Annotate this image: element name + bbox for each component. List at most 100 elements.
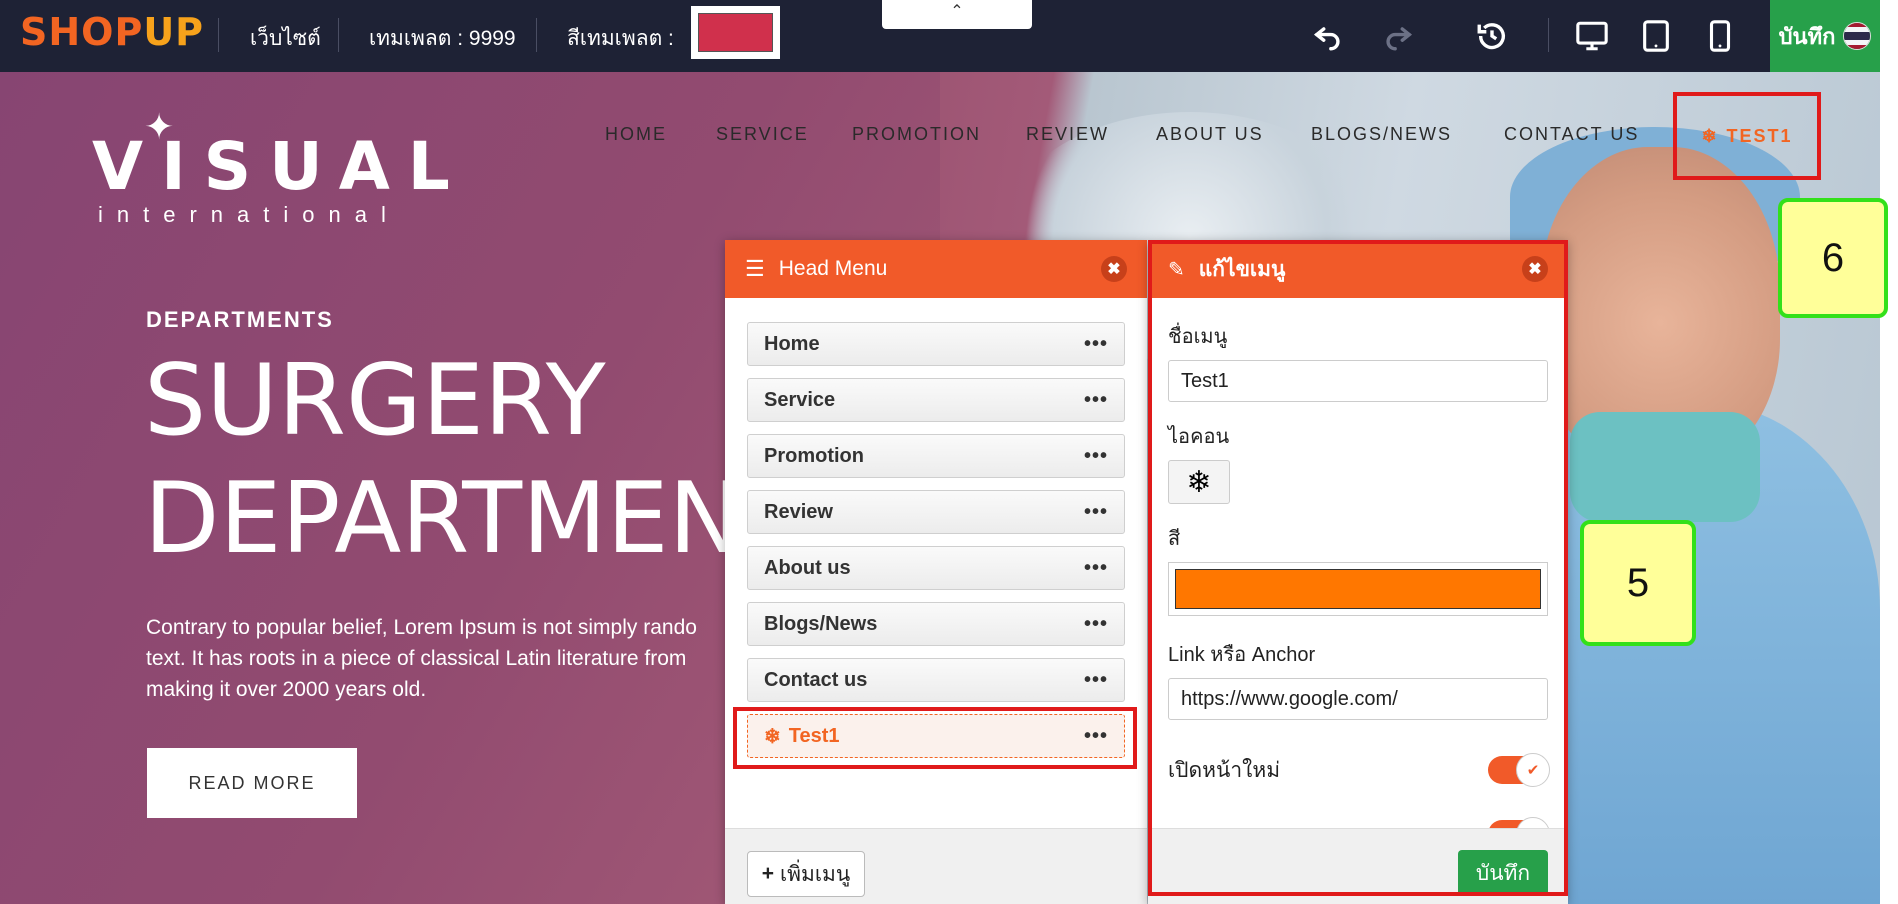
new-tab-label: เปิดหน้าใหม่ — [1168, 758, 1281, 782]
edit-menu-header: ✎ แก้ไขเมนู ✖ — [1148, 240, 1568, 298]
doctor-photo-mask — [1570, 412, 1760, 522]
plus-icon: + — [761, 862, 774, 885]
annotation-badge-6: 6 — [1778, 198, 1888, 318]
menu-item-contact-us[interactable]: Contact us ••• — [747, 658, 1125, 702]
menu-item-label: Home — [764, 332, 820, 355]
menu-item-blogs-news[interactable]: Blogs/News ••• — [747, 602, 1125, 646]
template-menu[interactable]: เทมเพลต : 9999 — [369, 22, 516, 55]
page-scrollbar[interactable] — [1880, 0, 1898, 904]
new-tab-row: เปิดหน้าใหม่ ✔ — [1168, 738, 1550, 802]
pencil-icon: ✎ — [1168, 258, 1185, 281]
tablet-view-button[interactable] — [1634, 14, 1678, 58]
snowflake-icon: ❄ — [1701, 125, 1719, 146]
mobile-view-button[interactable] — [1698, 14, 1742, 58]
annotation-badge-5: 5 — [1580, 520, 1696, 646]
editor-toolbar: SHOPUP เว็บไซต์ เทมเพลต : 9999 สีเทมเพลต… — [0, 0, 1898, 72]
menu-item-label: Blogs/News — [764, 612, 878, 635]
hamburger-icon: ☰ — [745, 256, 765, 281]
save-menu-button[interactable]: บันทึก — [1458, 850, 1548, 896]
tablet-icon — [1643, 20, 1669, 52]
menu-item-label: Review — [764, 500, 833, 523]
nav-blogs-news[interactable]: BLOGS/NEWS — [1311, 124, 1452, 145]
redo-icon — [1386, 27, 1413, 51]
menu-link-label: Link หรือ Anchor — [1168, 644, 1316, 666]
brand-subtitle: international — [98, 202, 400, 227]
more-options-icon[interactable]: ••• — [1084, 501, 1108, 524]
sparkle-icon: ✦ — [144, 106, 175, 147]
undo-button[interactable] — [1306, 14, 1350, 58]
desktop-icon — [1576, 21, 1608, 51]
thai-flag-icon[interactable] — [1843, 22, 1872, 50]
toolbar-divider — [1548, 18, 1549, 52]
check-icon: ✔ — [1516, 753, 1550, 787]
save-site-button[interactable]: บันทึก — [1770, 0, 1880, 72]
collapse-toolbar-button[interactable]: ⌃ — [882, 0, 1032, 29]
menu-item-label: Promotion — [764, 444, 864, 467]
hero-headline: SURGERY DEPARTMEN — [144, 342, 742, 578]
more-options-icon[interactable]: ••• — [1084, 333, 1108, 356]
close-head-menu-button[interactable]: ✖ — [1101, 256, 1127, 282]
toolbar-divider — [218, 18, 219, 52]
edit-menu-panel: ✎ แก้ไขเมนู ✖ ชื่อเมนู Test1 ไอคอน ❄ สี … — [1148, 240, 1568, 904]
menu-item-home[interactable]: Home ••• — [747, 322, 1125, 366]
toolbar-divider — [536, 18, 537, 52]
nav-contact-us[interactable]: CONTACT US — [1504, 124, 1639, 145]
nav-test1-label: TEST1 — [1726, 125, 1793, 146]
add-menu-button[interactable]: + เพิ่มเมนู — [747, 851, 865, 897]
head-menu-header: ☰ Head Menu ✖ — [725, 240, 1147, 298]
head-menu-panel: ☰ Head Menu ✖ Home ••• Service ••• Promoti… — [725, 240, 1147, 904]
site-logo[interactable]: ✦ VISUAL international — [92, 106, 468, 228]
head-menu-title: Head Menu — [778, 257, 888, 280]
toolbar-divider — [338, 18, 339, 52]
history-icon — [1477, 23, 1506, 50]
menu-item-label: Contact us — [764, 668, 868, 691]
edit-menu-title: แก้ไขเมนู — [1198, 257, 1286, 281]
hero-kicker: DEPARTMENTS — [146, 307, 334, 332]
menu-icon-picker[interactable]: ❄ — [1168, 460, 1230, 504]
menu-item-promotion[interactable]: Promotion ••• — [747, 434, 1125, 478]
more-options-icon[interactable]: ••• — [1084, 389, 1108, 412]
close-edit-menu-button[interactable]: ✖ — [1522, 256, 1548, 282]
nav-home[interactable]: HOME — [605, 124, 667, 145]
menu-color-label: สี — [1168, 528, 1181, 550]
more-options-icon[interactable]: ••• — [1084, 445, 1108, 468]
edit-menu-footer: บันทึก — [1148, 828, 1568, 904]
menu-item-about-us[interactable]: About us ••• — [747, 546, 1125, 590]
menu-color-picker[interactable] — [1168, 562, 1548, 616]
add-menu-label: เพิ่มเมนู — [780, 862, 851, 886]
desktop-view-button[interactable] — [1570, 14, 1614, 58]
menu-name-label: ชื่อเมนู — [1168, 326, 1228, 348]
nav-about-us[interactable]: ABOUT US — [1156, 124, 1264, 145]
redo-button[interactable] — [1376, 14, 1420, 58]
menu-item-review[interactable]: Review ••• — [747, 490, 1125, 534]
template-color-swatch[interactable] — [691, 6, 780, 59]
template-color-label: สีเทมเพลต : — [567, 27, 674, 50]
website-menu[interactable]: เว็บไซต์ — [250, 22, 321, 55]
save-site-label: บันทึก — [1778, 23, 1836, 49]
highlight-frame-test1 — [733, 707, 1137, 769]
nav-service[interactable]: SERVICE — [716, 124, 809, 145]
menu-item-label: About us — [764, 556, 851, 579]
menu-link-input[interactable]: https://www.google.com/ — [1168, 678, 1548, 720]
hero-headline-line1: SURGERY — [144, 344, 606, 458]
menu-item-label: Service — [764, 388, 836, 411]
nav-test1[interactable]: ❄ TEST1 — [1673, 92, 1821, 180]
menu-item-service[interactable]: Service ••• — [747, 378, 1125, 422]
mobile-icon — [1709, 20, 1731, 52]
new-tab-toggle[interactable]: ✔ — [1488, 753, 1550, 787]
nav-promotion[interactable]: PROMOTION — [852, 124, 981, 145]
more-options-icon[interactable]: ••• — [1084, 669, 1108, 692]
head-menu-footer: + เพิ่มเมนู — [725, 828, 1147, 904]
history-button[interactable] — [1470, 14, 1514, 58]
menu-name-input[interactable]: Test1 — [1168, 360, 1548, 402]
undo-icon — [1313, 27, 1340, 51]
menu-list: Home ••• Service ••• Promotion ••• Review ••… — [725, 298, 1147, 758]
snowflake-icon: ❄ — [1186, 465, 1212, 499]
more-options-icon[interactable]: ••• — [1084, 613, 1108, 636]
hero-headline-line2: DEPARTMEN — [144, 462, 742, 576]
chevron-up-icon: ⌃ — [950, 3, 964, 20]
nav-review[interactable]: REVIEW — [1026, 124, 1109, 145]
shopup-logo[interactable]: SHOPUP — [20, 10, 204, 54]
read-more-button[interactable]: READ MORE — [147, 748, 357, 818]
more-options-icon[interactable]: ••• — [1084, 557, 1108, 580]
